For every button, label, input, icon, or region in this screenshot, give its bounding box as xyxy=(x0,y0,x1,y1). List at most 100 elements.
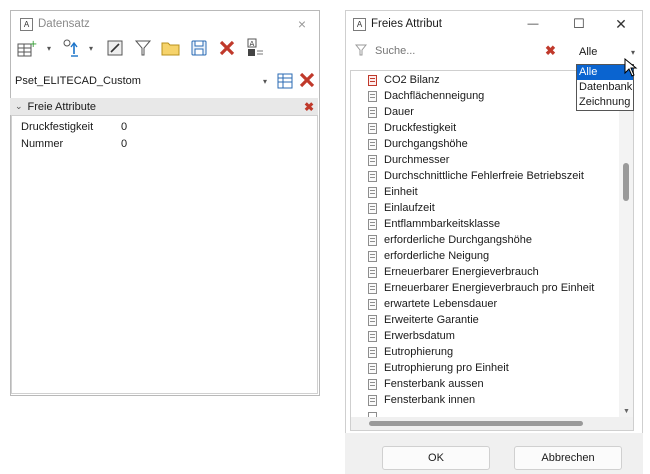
list-item[interactable]: Fensterbank aussen xyxy=(368,376,484,392)
vertical-scrollbar[interactable]: ▲ ▼ xyxy=(619,71,633,417)
new-record-dropdown[interactable]: ▾ xyxy=(45,38,53,58)
list-item[interactable]: erforderliche Neigung xyxy=(368,248,489,264)
list-item-label: Fensterbank aussen xyxy=(384,378,484,390)
pset-select-value: Pset_ELITECAD_Custom xyxy=(15,75,141,87)
folder-icon xyxy=(161,42,180,56)
freies-attribut-titlebar: A Freies Attribut — ☐ ✕ xyxy=(346,11,642,37)
list-item-label: Entflammbarkeitsklasse xyxy=(384,218,501,230)
list-item-label: Erneuerbarer Energieverbrauch xyxy=(384,266,539,278)
open-folder-button[interactable] xyxy=(161,38,181,58)
filter-button[interactable] xyxy=(133,38,153,58)
list-item[interactable]: Druckfestigkeit xyxy=(368,120,456,136)
chevron-down-icon: ▾ xyxy=(88,43,93,53)
source-filter-value: Alle xyxy=(579,46,598,58)
new-record-button[interactable]: + xyxy=(15,38,41,58)
list-item[interactable]: Durchschnittliche Fehlerfreie Betriebsze… xyxy=(368,168,584,184)
attribute-icon xyxy=(368,282,377,294)
filter-icon xyxy=(354,44,369,59)
list-item[interactable]: Eutrophierung pro Einheit xyxy=(368,360,509,376)
attribute-icon xyxy=(368,186,377,198)
attribute-list-button[interactable]: A xyxy=(245,38,265,58)
save-icon xyxy=(191,40,207,56)
pset-manage-button[interactable] xyxy=(276,70,296,90)
attribute-row[interactable]: Druckfestigkeit 0 xyxy=(12,118,127,135)
chevron-down-icon: ▾ xyxy=(46,43,51,53)
new-table-icon: + xyxy=(17,39,37,57)
scroll-thumb[interactable] xyxy=(623,163,629,201)
filter-option-zeichnung[interactable]: Zeichnung xyxy=(577,95,633,110)
list-item-label: erforderliche Durchgangshöhe xyxy=(384,234,532,246)
attribute-value[interactable]: 0 xyxy=(121,138,127,150)
list-item[interactable]: Durchmesser xyxy=(368,152,449,168)
list-item-label: Dauer xyxy=(384,106,414,118)
maximize-button[interactable]: ☐ xyxy=(562,11,596,37)
datensatz-close-button[interactable]: × xyxy=(285,11,319,37)
pset-select[interactable]: Pset_ELITECAD_Custom ▾ xyxy=(14,71,272,91)
free-attributes-group-header[interactable]: ⌄ Freie Attribute ✖ xyxy=(10,98,318,115)
sort-dropdown[interactable]: ▾ xyxy=(87,38,95,58)
list-item[interactable]: Eutrophierung xyxy=(368,344,453,360)
attribute-row[interactable]: Nummer 0 xyxy=(12,135,127,152)
list-item[interactable]: erwartete Lebensdauer xyxy=(368,296,497,312)
list-item-label: Durchgangshöhe xyxy=(384,138,468,150)
mouse-cursor-icon xyxy=(624,58,638,77)
list-item[interactable]: Einlaufzeit xyxy=(368,200,435,216)
list-item[interactable]: CO2 Bilanz xyxy=(368,72,440,88)
attribute-value[interactable]: 0 xyxy=(121,121,127,133)
list-item[interactable]: Einheit xyxy=(368,184,418,200)
save-button[interactable] xyxy=(189,38,209,58)
attribute-value-grid xyxy=(11,115,318,394)
delete-x-icon xyxy=(219,40,235,56)
list-item-label: Druckfestigkeit xyxy=(384,122,457,134)
edit-button[interactable] xyxy=(105,38,125,58)
sort-icon xyxy=(63,39,78,57)
attribute-icon xyxy=(368,202,377,214)
list-item-label: Eutrophierung pro Einheit xyxy=(384,362,509,374)
datensatz-toolbar: + ▾ ▾ A xyxy=(15,34,273,62)
horizontal-scroll-thumb[interactable] xyxy=(369,421,583,426)
close-button[interactable]: ✕ xyxy=(604,11,638,37)
list-item[interactable]: erforderliche Durchgangshöhe xyxy=(368,232,532,248)
scroll-down-arrow[interactable]: ▼ xyxy=(623,408,630,415)
filter-icon xyxy=(134,40,152,56)
search-row xyxy=(351,40,537,62)
horizontal-scrollbar[interactable] xyxy=(350,417,634,431)
list-item[interactable]: Dauer xyxy=(368,104,414,120)
attribute-list-icon: A xyxy=(247,38,263,56)
freies-attribut-title: Freies Attribut xyxy=(371,18,442,30)
list-item-label: erforderliche Neigung xyxy=(384,250,490,262)
pset-delete-button[interactable] xyxy=(297,70,317,90)
list-item[interactable]: Erneuerbarer Energieverbrauch pro Einhei… xyxy=(368,280,594,296)
clear-search-icon[interactable]: ✖ xyxy=(545,43,556,59)
minimize-button[interactable]: — xyxy=(516,11,550,37)
chevron-down-icon: ▾ xyxy=(262,76,267,86)
list-item[interactable]: Fensterbank innen xyxy=(368,392,475,408)
list-item-label: Erneuerbarer Energieverbrauch pro Einhei… xyxy=(384,282,595,294)
group-delete-icon[interactable]: ✖ xyxy=(304,100,314,114)
app-icon: A xyxy=(20,17,33,31)
list-item[interactable]: Erneuerbarer Energieverbrauch xyxy=(368,264,539,280)
list-item[interactable]: Entflammbarkeitsklasse xyxy=(368,216,500,232)
attribute-icon xyxy=(368,362,377,374)
cancel-button[interactable]: Abbrechen xyxy=(514,446,622,470)
list-item[interactable]: Erweiterte Garantie xyxy=(368,312,479,328)
attribute-icon xyxy=(368,234,377,246)
list-item[interactable]: Dachflächenneigung xyxy=(368,88,484,104)
filter-option-datenbank[interactable]: Datenbank xyxy=(577,80,633,95)
list-item[interactable]: Erwerbsdatum xyxy=(368,328,455,344)
attribute-icon xyxy=(368,122,377,134)
list-item-label: erwartete Lebensdauer xyxy=(384,298,498,310)
attribute-icon xyxy=(368,106,377,118)
attribute-icon xyxy=(368,394,377,406)
list-item-label: Erweiterte Garantie xyxy=(384,314,479,326)
pdf-doc-icon xyxy=(368,74,377,86)
edit-icon xyxy=(107,40,123,56)
search-input[interactable] xyxy=(373,41,537,61)
ok-button[interactable]: OK xyxy=(382,446,490,470)
sort-button[interactable] xyxy=(61,38,83,58)
delete-x-icon xyxy=(299,72,315,88)
delete-button[interactable] xyxy=(217,38,237,58)
datensatz-title: Datensatz xyxy=(38,18,90,30)
list-item[interactable]: Durchgangshöhe xyxy=(368,136,468,152)
attribute-icon xyxy=(368,90,377,102)
